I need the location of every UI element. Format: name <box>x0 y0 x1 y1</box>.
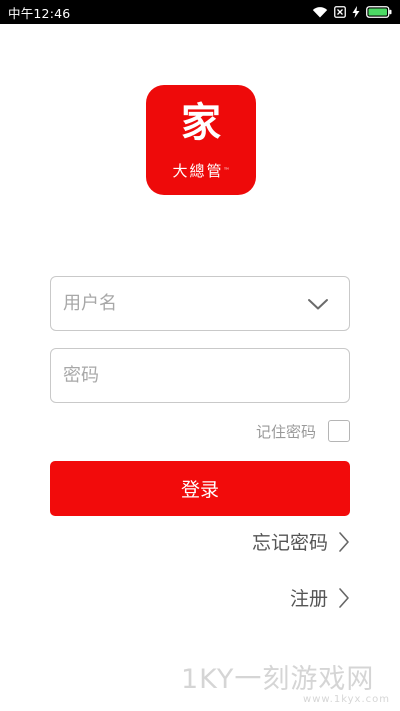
username-field[interactable] <box>50 276 350 331</box>
login-button[interactable]: 登录 <box>50 461 350 516</box>
logo-main-char: 家 <box>181 99 221 146</box>
forgot-password-label: 忘记密码 <box>251 532 328 554</box>
logo-sub-label: 大總管 <box>172 162 224 180</box>
wifi-icon <box>312 7 328 18</box>
password-input[interactable] <box>63 349 293 402</box>
logo-sub-text: 大總管™ <box>146 162 256 180</box>
battery-icon <box>366 6 392 18</box>
register-label: 注册 <box>289 588 328 610</box>
chevron-down-icon[interactable] <box>307 293 329 315</box>
register-link[interactable]: 注册 <box>290 584 350 611</box>
password-field[interactable] <box>50 348 350 403</box>
chevron-right-icon <box>339 587 349 608</box>
status-time: 中午12:46 <box>8 5 71 21</box>
forgot-password-link[interactable]: 忘记密码 <box>252 528 350 555</box>
sim-x-icon <box>334 6 346 18</box>
charging-icon <box>352 6 360 18</box>
remember-password-label: 记住密码 <box>255 422 316 441</box>
logo-trademark: ™ <box>223 167 230 174</box>
username-input[interactable] <box>63 277 293 330</box>
status-bar: 中午12:46 <box>0 0 400 24</box>
remember-password-checkbox[interactable] <box>328 420 350 442</box>
app-logo: 家 大總管™ <box>146 85 256 195</box>
watermark: 1KY一刻游戏网 www.1kyx.com <box>181 664 396 706</box>
chevron-right-icon <box>339 531 349 552</box>
watermark-url: www.1kyx.com <box>303 694 390 705</box>
watermark-text: 1KY一刻游戏网 <box>181 664 375 695</box>
remember-password[interactable]: 记住密码 <box>256 420 350 442</box>
status-icons <box>312 6 392 18</box>
